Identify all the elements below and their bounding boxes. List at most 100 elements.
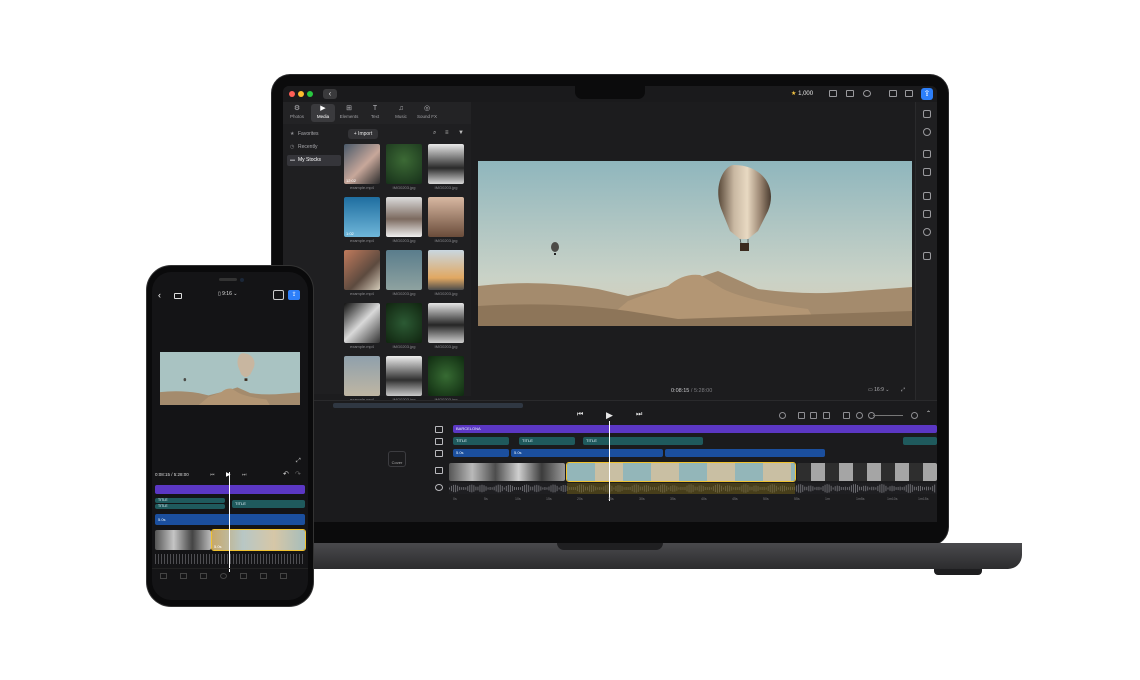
timeline-scroll-handle[interactable] bbox=[333, 403, 523, 408]
tab-photos[interactable]: ⚙ Photos bbox=[285, 104, 309, 122]
tab-music[interactable]: ♫ Music bbox=[389, 104, 413, 122]
book-icon[interactable] bbox=[174, 293, 182, 299]
title-clip[interactable]: TITLE bbox=[519, 437, 575, 445]
mobile-tool-icon[interactable] bbox=[180, 573, 187, 579]
media-thumbnail[interactable]: IMG0203.jpg bbox=[428, 303, 464, 349]
snap-icon[interactable] bbox=[823, 412, 830, 419]
media-thumbnail[interactable]: example.mp4 bbox=[344, 250, 380, 296]
media-thumbnail[interactable]: IMG0203.jpg bbox=[428, 144, 464, 190]
title-clip[interactable]: TITLE bbox=[583, 437, 703, 445]
text-clip[interactable] bbox=[665, 449, 825, 457]
search-icon[interactable]: ⌕ bbox=[433, 130, 436, 137]
media-thumbnail[interactable]: IMG0203.jpg bbox=[386, 356, 422, 402]
redo-icon[interactable]: ↷ bbox=[295, 470, 301, 478]
title-clip[interactable] bbox=[903, 437, 937, 445]
fit-timeline-icon[interactable] bbox=[856, 412, 863, 419]
mobile-skip-back-icon[interactable]: ⏮ bbox=[210, 472, 215, 478]
layout-icon[interactable] bbox=[829, 90, 837, 97]
video-clip[interactable] bbox=[449, 463, 565, 481]
color-icon[interactable] bbox=[923, 128, 931, 136]
transform-icon[interactable] bbox=[923, 252, 931, 260]
mobile-tool-icon[interactable] bbox=[280, 573, 287, 579]
share-icon[interactable] bbox=[889, 90, 897, 97]
mic-icon[interactable] bbox=[779, 412, 786, 419]
media-thumbnail[interactable]: example.mp4 bbox=[344, 356, 380, 402]
mobile-title-clip[interactable]: TITLE bbox=[232, 500, 305, 508]
media-thumbnail[interactable]: IMG0203.jpg bbox=[386, 144, 422, 190]
fullscreen-icon[interactable]: ⤢ bbox=[901, 387, 905, 393]
mobile-tool-icon[interactable] bbox=[160, 573, 167, 579]
speed-icon[interactable] bbox=[923, 168, 931, 176]
media-thumbnail[interactable]: IMG0203.jpg bbox=[386, 197, 422, 243]
aspect-ratio-select[interactable]: ▭ 16:9 ⌄ bbox=[868, 387, 889, 393]
media-thumbnail[interactable]: example.mp4 bbox=[344, 303, 380, 349]
tab-sound-fx[interactable]: ◎ Sound FX bbox=[415, 104, 439, 122]
tab-elements[interactable]: ⊞ Elements bbox=[337, 104, 361, 122]
media-thumbnail[interactable]: IMG0203.jpg bbox=[428, 356, 464, 402]
undo-icon[interactable]: ↶ bbox=[283, 470, 289, 478]
mobile-video-preview[interactable] bbox=[160, 352, 300, 405]
title-clip[interactable]: TITLE bbox=[453, 437, 509, 445]
crop-icon[interactable] bbox=[923, 210, 931, 218]
music-clip[interactable]: BARCELONA bbox=[453, 425, 937, 433]
mobile-tool-icon[interactable] bbox=[260, 573, 267, 579]
volume-icon[interactable] bbox=[923, 150, 931, 158]
tab-media[interactable]: ▶ Media bbox=[311, 104, 335, 122]
mobile-skip-forward-icon[interactable]: ⏭ bbox=[242, 472, 247, 478]
sidebar-item-my-stocks[interactable]: ▬ My Stocks bbox=[287, 155, 341, 166]
screen-icon[interactable] bbox=[846, 90, 854, 97]
back-icon[interactable]: ‹ bbox=[158, 290, 161, 300]
text-clip[interactable]: 5.0s bbox=[511, 449, 663, 457]
maximize-window-icon[interactable] bbox=[307, 91, 313, 97]
adjust-icon[interactable] bbox=[923, 192, 931, 200]
mobile-export-button[interactable]: ⇪ bbox=[288, 290, 300, 300]
mobile-video-clip-selected[interactable] bbox=[211, 529, 306, 551]
media-thumbnail[interactable]: 12:02 example.mp4 bbox=[344, 144, 380, 190]
export-button[interactable]: ⇪ bbox=[921, 88, 933, 100]
tab-text[interactable]: T Text bbox=[363, 104, 387, 122]
video-clip[interactable] bbox=[797, 463, 937, 481]
cover-button[interactable]: Cover bbox=[388, 451, 406, 467]
minimize-window-icon[interactable] bbox=[298, 91, 304, 97]
mobile-tool-icon[interactable] bbox=[200, 573, 207, 579]
collapse-icon[interactable]: ⌃ bbox=[926, 410, 931, 417]
split-view-icon[interactable] bbox=[810, 412, 817, 419]
mobile-save-icon[interactable] bbox=[273, 290, 284, 300]
sidebar-item-recently[interactable]: ◷ Recently bbox=[287, 142, 341, 153]
mobile-tool-icon[interactable] bbox=[220, 573, 227, 579]
close-window-icon[interactable] bbox=[289, 91, 295, 97]
mobile-ratio-select[interactable]: ▯ 9:16 ⌄ bbox=[218, 291, 237, 297]
help-icon[interactable] bbox=[863, 90, 871, 97]
mobile-fullscreen-icon[interactable]: ⤢ bbox=[296, 458, 301, 465]
back-button[interactable]: ‹ bbox=[323, 89, 337, 99]
media-thumbnail[interactable]: IMG0203.jpg bbox=[428, 250, 464, 296]
video-preview[interactable] bbox=[478, 161, 912, 326]
mobile-title-clip[interactable]: TITLE bbox=[155, 504, 225, 509]
media-thumbnail[interactable]: 1:02 example.mp4 bbox=[344, 197, 380, 243]
media-thumbnail[interactable]: IMG0203.jpg bbox=[386, 303, 422, 349]
zoom-slider[interactable] bbox=[873, 415, 903, 416]
save-icon[interactable] bbox=[905, 90, 913, 97]
import-button[interactable]: + Import bbox=[348, 129, 378, 139]
text-clip[interactable]: 5.0s bbox=[453, 449, 509, 457]
video-clip-selected[interactable] bbox=[566, 462, 796, 482]
sort-icon[interactable]: ≡ bbox=[445, 130, 449, 136]
tracks-icon[interactable] bbox=[843, 412, 850, 419]
media-thumbnail[interactable]: IMG0203.jpg bbox=[428, 197, 464, 243]
mobile-title-clip[interactable]: TITLE bbox=[155, 498, 225, 503]
mobile-music-clip[interactable] bbox=[155, 485, 305, 494]
skip-back-icon[interactable]: ⏮ bbox=[577, 411, 583, 419]
mobile-tool-icon[interactable] bbox=[240, 573, 247, 579]
filter-icon[interactable]: ▼ bbox=[458, 130, 464, 136]
skip-forward-icon[interactable]: ⏭ bbox=[636, 411, 642, 419]
coin-balance[interactable]: ★ 1,000 bbox=[791, 89, 813, 99]
effects-icon[interactable] bbox=[923, 228, 931, 236]
media-thumbnail[interactable]: IMG0203.jpg bbox=[386, 250, 422, 296]
mobile-text-clip[interactable]: 5.0s bbox=[155, 514, 305, 525]
zoom-in-icon[interactable] bbox=[911, 412, 918, 419]
playhead[interactable] bbox=[609, 421, 610, 501]
mobile-video-clip[interactable] bbox=[155, 530, 211, 550]
play-button[interactable]: ▶ bbox=[606, 410, 613, 421]
layers-icon[interactable] bbox=[923, 110, 931, 118]
link-icon[interactable] bbox=[798, 412, 805, 419]
